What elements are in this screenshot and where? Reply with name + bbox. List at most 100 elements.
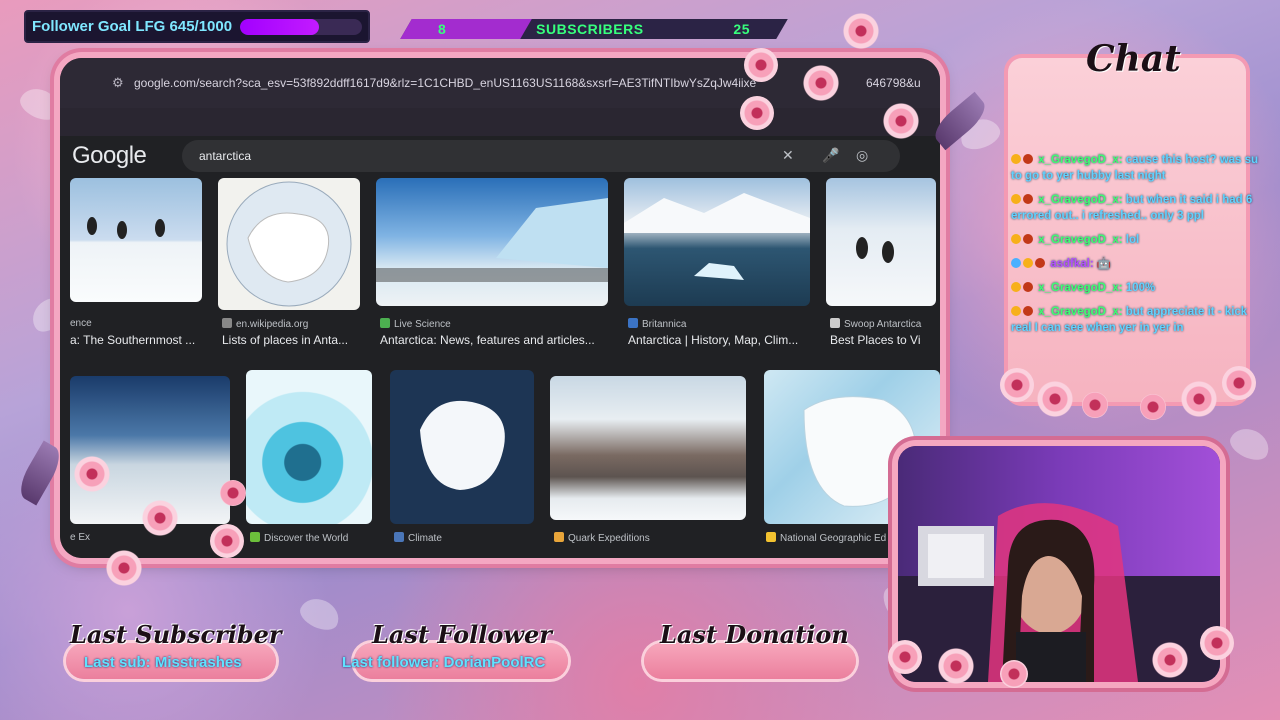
badge-icon — [1011, 258, 1021, 268]
chat-username[interactable]: x_GravegoD_x: — [1038, 234, 1122, 246]
image-result-thumb[interactable] — [624, 178, 810, 306]
result-meta[interactable]: ence a: The Southernmost ... — [70, 316, 210, 350]
result-meta[interactable]: Quark Expeditions — [554, 530, 744, 546]
clear-search-icon[interactable]: ✕ — [782, 147, 794, 164]
mic-icon[interactable]: 🎤 — [822, 147, 839, 164]
glacier-graphic — [376, 198, 608, 282]
result-source: Quark Expeditions — [568, 533, 650, 544]
last-subscriber-value: Last sub: Misstrashes — [84, 654, 242, 671]
cherry-blossom-icon — [888, 640, 922, 674]
image-result-thumb[interactable] — [376, 178, 608, 306]
cherry-blossom-icon — [1222, 366, 1256, 400]
result-source-wrap: Discover the World — [250, 532, 348, 544]
follower-goal-bar — [240, 18, 362, 35]
google-logo[interactable]: Google — [72, 142, 147, 170]
image-result-thumb[interactable] — [390, 370, 534, 524]
result-title[interactable]: Antarctica | History, Map, Clim... — [628, 333, 818, 347]
chat-username[interactable]: asdfkal: — [1050, 258, 1093, 270]
chat-username[interactable]: x_GravegoD_x: — [1038, 306, 1122, 318]
favicon-icon — [380, 318, 390, 328]
cherry-blossom-icon — [140, 498, 180, 538]
result-source-wrap: Swoop Antarctica — [830, 318, 921, 330]
result-source-wrap: en.wikipedia.org — [222, 318, 308, 330]
result-source: e Ex — [70, 532, 91, 543]
cherry-blossom-icon — [800, 62, 842, 104]
cherry-blossom-icon — [740, 96, 774, 130]
result-title[interactable]: Antarctica: News, features and articles.… — [380, 333, 610, 347]
subscriber-label: SUBSCRIBERS — [536, 21, 644, 37]
favicon-icon — [554, 532, 564, 542]
iceberg-graphic — [624, 193, 810, 280]
favicon-icon — [394, 532, 404, 542]
result-source: Live Science — [394, 319, 451, 330]
image-result-thumb[interactable] — [246, 370, 372, 524]
cherry-blossom-icon — [1082, 392, 1108, 418]
badge-icon — [1035, 258, 1045, 268]
cherry-blossom-icon — [880, 100, 922, 142]
cherry-blossom-icon — [1150, 640, 1190, 680]
cherry-blossom-icon — [1140, 394, 1166, 420]
result-source-wrap: Climate — [394, 532, 442, 544]
chat-message: x_GravegoD_x: but appreciate it - kick re… — [1011, 304, 1280, 336]
cherry-blossom-icon — [1200, 626, 1234, 660]
antarctica-globe-graphic — [420, 400, 505, 490]
result-meta[interactable]: Climate — [394, 530, 534, 546]
badge-icon — [1023, 258, 1033, 268]
chat-username[interactable]: x_GravegoD_x: — [1038, 154, 1122, 166]
subscriber-goal-row: 8 SUBSCRIBERS 25 — [406, 19, 782, 39]
result-source: Britannica — [642, 319, 687, 330]
antarctica-map-graphic — [226, 181, 352, 307]
image-result-thumb[interactable] — [218, 178, 360, 310]
background-petal — [15, 82, 65, 126]
cherry-blossom-icon — [838, 8, 884, 54]
result-title[interactable]: Lists of places in Anta... — [222, 333, 362, 347]
badge-icon — [1011, 194, 1021, 204]
chat-text: lol — [1122, 234, 1140, 246]
result-title[interactable]: a: The Southernmost ... — [70, 333, 210, 347]
result-meta[interactable]: en.wikipedia.org Lists of places in Anta… — [222, 316, 362, 350]
badge-icon — [1023, 282, 1033, 292]
subscriber-current: 8 — [438, 21, 447, 37]
browser-toolbar-strip — [60, 108, 940, 136]
badge-icon — [1023, 306, 1033, 316]
address-url[interactable]: google.com/search?sca_esv=53f892ddff1617… — [134, 76, 756, 90]
leaf-decoration — [13, 440, 67, 506]
chat-text-cont: real I can see when yer in yer in — [1011, 322, 1184, 334]
chat-username[interactable]: x_GravegoD_x: — [1038, 282, 1122, 294]
result-meta[interactable]: Discover the World — [250, 530, 390, 546]
image-result-thumb[interactable] — [826, 178, 936, 306]
result-title[interactable]: Best Places to Vi — [830, 333, 938, 347]
result-source: ence — [70, 318, 92, 329]
image-result-thumb[interactable] — [70, 178, 202, 302]
penguins-graphic — [87, 217, 165, 239]
follower-goal-fill — [240, 18, 319, 35]
background-petal — [1225, 422, 1275, 466]
result-meta[interactable]: Live Science Antarctica: News, features … — [380, 316, 610, 350]
chat-message: x_GravegoD_x: lol — [1011, 232, 1280, 248]
badge-icon — [1023, 194, 1033, 204]
site-settings-icon[interactable]: ⚙ — [112, 75, 124, 91]
search-value[interactable]: antarctica — [199, 149, 251, 163]
favicon-icon — [830, 318, 840, 328]
lens-icon[interactable]: ◎ — [856, 147, 868, 164]
result-source-wrap: National Geographic Ed — [766, 532, 886, 544]
chat-text: but when it said i had 6 — [1122, 194, 1253, 206]
chat-username[interactable]: x_GravegoD_x: — [1038, 194, 1122, 206]
last-donation-title: Last Donation — [660, 620, 849, 649]
favicon-icon — [222, 318, 232, 328]
badge-icon — [1023, 154, 1033, 164]
result-source-wrap: Britannica — [628, 318, 686, 330]
result-source: Climate — [408, 533, 442, 544]
chat-text: cause this host? was su — [1122, 154, 1259, 166]
image-result-thumb[interactable] — [550, 376, 746, 520]
cherry-blossom-icon — [210, 524, 244, 558]
badge-icon — [1023, 234, 1033, 244]
result-meta[interactable]: Swoop Antarctica Best Places to Vi — [830, 316, 938, 350]
result-source: en.wikipedia.org — [236, 319, 309, 330]
cherry-blossom-icon — [1000, 660, 1028, 688]
cherry-blossom-icon — [220, 480, 246, 506]
favicon-icon — [250, 532, 260, 542]
follower-goal-widget: Follower Goal LFG 645/1000 — [24, 10, 370, 43]
favicon-icon — [628, 318, 638, 328]
result-meta[interactable]: Britannica Antarctica | History, Map, Cl… — [628, 316, 818, 350]
